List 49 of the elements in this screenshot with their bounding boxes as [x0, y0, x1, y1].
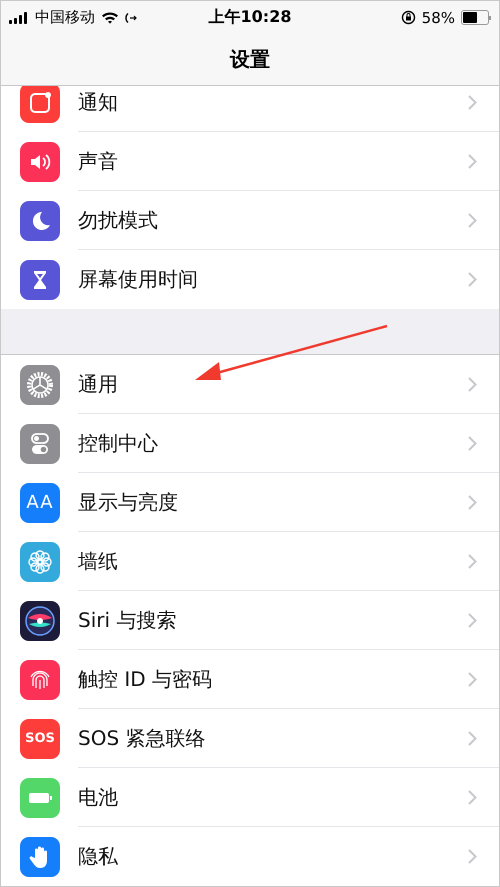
row-label: 电池 — [78, 784, 118, 810]
row-label: 显示与亮度 — [78, 488, 178, 516]
settings-row[interactable]: 控制中心 — [1, 414, 499, 473]
chevron-icon — [468, 790, 477, 804]
rotation-lock-icon — [400, 10, 416, 25]
chevron-icon — [468, 94, 477, 110]
chevron-icon — [468, 849, 477, 864]
settings-row[interactable]: Siri 与搜索 — [1, 591, 499, 650]
status-time: 上午10:28 — [208, 7, 292, 28]
settings-row[interactable]: 勿扰模式 — [1, 191, 499, 250]
settings-row[interactable]: AA 显示与亮度 — [1, 473, 499, 532]
row-label: 屏幕使用时间 — [78, 266, 198, 293]
chevron-icon — [468, 612, 477, 628]
chevron-icon — [468, 554, 477, 568]
chevron-icon — [468, 376, 477, 392]
chevron-icon — [468, 154, 477, 168]
wifi-icon — [101, 11, 119, 24]
battery-icon — [461, 10, 491, 25]
row-label: 控制中心 — [78, 430, 158, 456]
chevron-icon — [468, 272, 477, 287]
settings-row[interactable]: 通知 — [1, 86, 499, 132]
row-label: 墙纸 — [78, 548, 118, 574]
settings-row[interactable]: 隐私 — [1, 827, 499, 886]
sos-icon: SOS — [20, 718, 60, 758]
row-label: 勿扰模式 — [78, 206, 158, 234]
row-label: Siri 与搜索 — [78, 606, 176, 634]
row-label: 触控 ID 与密码 — [78, 666, 212, 692]
text-size-icon: AA — [20, 482, 60, 522]
page-title: 设置 — [230, 46, 270, 73]
chevron-icon — [468, 436, 477, 450]
settings-row[interactable]: SOS SOS 紧急联络 — [1, 709, 499, 768]
carrier-name: 中国移动 — [35, 8, 95, 27]
row-label: 通知 — [78, 88, 118, 116]
chevron-icon — [468, 672, 477, 686]
settings-row[interactable]: 墙纸 — [1, 532, 499, 591]
row-label: 声音 — [78, 148, 118, 174]
chevron-icon — [468, 494, 477, 510]
battery-percent: 58% — [422, 8, 455, 26]
row-label: 通用 — [78, 370, 118, 398]
settings-row[interactable]: 屏幕使用时间 — [1, 250, 499, 309]
call-forward-icon — [125, 12, 137, 24]
row-label: 隐私 — [78, 843, 118, 870]
settings-row[interactable]: 声音 — [1, 132, 499, 191]
row-label: SOS 紧急联络 — [78, 724, 206, 752]
settings-row[interactable]: 电池 — [1, 768, 499, 827]
chevron-icon — [468, 212, 477, 228]
settings-row[interactable]: 触控 ID 与密码 — [1, 650, 499, 709]
signal-icon — [9, 12, 29, 24]
chevron-icon — [468, 730, 477, 746]
